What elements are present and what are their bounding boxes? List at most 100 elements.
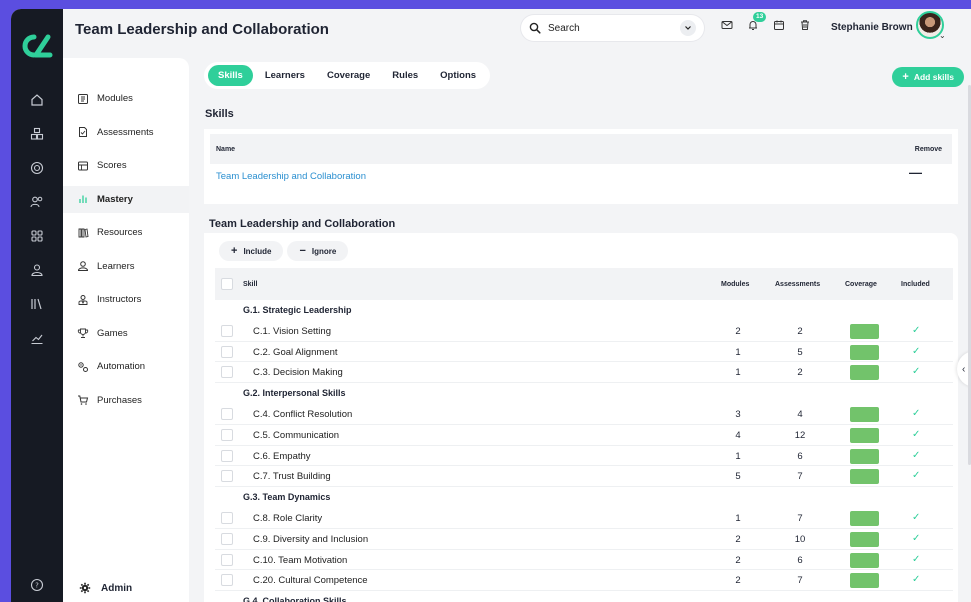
- table-row: C.20. Cultural Competence 2 7 ✓: [215, 570, 953, 592]
- help-icon[interactable]: ?: [30, 578, 44, 592]
- row-checkbox[interactable]: [221, 470, 233, 483]
- sidebar-item-resources[interactable]: Resources: [63, 219, 189, 246]
- tab-options[interactable]: Options: [430, 65, 486, 86]
- add-skills-button[interactable]: + Add skills: [892, 67, 964, 87]
- skill-group-row: G.1. Strategic Leadership: [215, 300, 953, 321]
- search-icon: [529, 22, 541, 34]
- select-all-checkbox[interactable]: [221, 278, 233, 290]
- sidebar-item-label: Scores: [97, 160, 127, 171]
- row-checkbox[interactable]: [221, 574, 233, 587]
- tab-skills[interactable]: Skills: [208, 65, 253, 86]
- ignore-button[interactable]: − Ignore: [287, 241, 349, 261]
- row-checkbox[interactable]: [221, 449, 233, 462]
- admin-button[interactable]: Admin: [79, 582, 132, 594]
- assessments-count: 2: [797, 367, 803, 379]
- skill-name: C.9. Diversity and Inclusion: [253, 533, 369, 545]
- skill-name: C.5. Communication: [253, 429, 340, 441]
- skill-link[interactable]: Team Leadership and Collaboration: [216, 171, 366, 182]
- person-icon[interactable]: [30, 263, 44, 277]
- table-row: C.1. Vision Setting 2 2 ✓: [215, 321, 953, 342]
- target-icon[interactable]: [30, 161, 44, 175]
- sidebar-item-label: Assessments: [97, 126, 154, 138]
- assessments-count: 4: [797, 408, 803, 420]
- gears-icon: [78, 361, 88, 372]
- col-modules: Modules: [721, 281, 750, 288]
- library-icon[interactable]: [30, 297, 44, 311]
- row-checkbox[interactable]: [221, 366, 233, 379]
- sidebar-item-label: Instructors: [97, 294, 142, 305]
- check-icon: ✓: [912, 553, 921, 565]
- check-icon: ✓: [912, 345, 921, 357]
- check-icon: ✓: [912, 324, 921, 336]
- minus-icon: −: [299, 245, 306, 257]
- skills-detail-header: Skill Modules Assessments Coverage Inclu…: [215, 268, 953, 300]
- row-checkbox[interactable]: [221, 553, 233, 566]
- notification-badge: 13: [753, 12, 767, 22]
- row-checkbox[interactable]: [221, 324, 233, 337]
- row-checkbox[interactable]: [221, 532, 233, 545]
- sidebar-item-label: Learners: [97, 260, 135, 272]
- bar-chart-icon: [79, 195, 87, 203]
- svg-text:?: ?: [35, 582, 39, 590]
- sidebar-item-label: Mastery: [97, 193, 133, 205]
- admin-label: Admin: [101, 582, 133, 594]
- modules-count: 2: [735, 325, 741, 337]
- check-icon: ✓: [912, 407, 921, 419]
- col-skill: Skill: [243, 281, 258, 288]
- sidebar-item-label: Games: [97, 327, 128, 339]
- row-checkbox[interactable]: [221, 407, 233, 420]
- coverage-bar: [850, 365, 879, 381]
- detail-heading: Team Leadership and Collaboration: [209, 218, 396, 230]
- line-chart-icon[interactable]: [30, 331, 44, 345]
- tab-learners[interactable]: Learners: [255, 65, 315, 86]
- sidebar-item-automation[interactable]: Automation: [63, 353, 189, 380]
- users-icon[interactable]: [30, 195, 44, 209]
- coverage-bar: [850, 344, 879, 360]
- include-button[interactable]: + Include: [219, 241, 284, 261]
- trash-icon[interactable]: [799, 19, 811, 31]
- skill-name: C.7. Trust Building: [253, 471, 331, 483]
- icon-rail: ?: [11, 9, 63, 602]
- sidebar-item-modules[interactable]: Modules: [63, 85, 189, 112]
- modules-count: 2: [735, 575, 741, 587]
- table-row: C.2. Goal Alignment 1 5 ✓: [215, 342, 953, 363]
- skills-detail-rows: G.1. Strategic Leadership C.1. Vision Set…: [215, 300, 953, 602]
- row-checkbox[interactable]: [221, 511, 233, 524]
- library-icon: [78, 227, 89, 238]
- sidebar-item-instructors[interactable]: Instructors: [63, 286, 189, 313]
- home-icon[interactable]: [30, 93, 44, 107]
- sidebar-item-mastery[interactable]: Mastery: [63, 185, 189, 213]
- sidebar-item-games[interactable]: Games: [63, 320, 189, 347]
- tab-bar: Skills Learners Coverage Rules Options: [204, 62, 491, 89]
- tab-coverage[interactable]: Coverage: [317, 65, 380, 86]
- modules-count: 4: [735, 429, 741, 441]
- modules-count: 2: [735, 533, 741, 545]
- brand-logo[interactable]: [20, 33, 54, 59]
- bell-icon[interactable]: 13: [747, 12, 767, 31]
- app-window: ? Team Leadership and Collaboration Sear…: [11, 9, 971, 602]
- settings-gear-icon: [79, 582, 91, 594]
- skills-table: Name Remove Team Leadership and Collabor…: [204, 129, 958, 204]
- mail-icon[interactable]: [721, 19, 733, 31]
- row-checkbox[interactable]: [221, 428, 233, 441]
- calendar-icon[interactable]: [773, 19, 785, 31]
- sidebar-item-purchases[interactable]: Purchases: [63, 387, 189, 414]
- check-icon: ✓: [912, 470, 921, 482]
- grid-icon[interactable]: [30, 229, 44, 243]
- search-input[interactable]: Search: [521, 15, 704, 41]
- sidebar-item-label: Modules: [97, 93, 133, 104]
- plus-icon: +: [231, 245, 238, 257]
- row-checkbox[interactable]: [221, 345, 233, 358]
- boxes-icon[interactable]: [30, 127, 44, 141]
- sidebar-item-assessments[interactable]: Assessments: [63, 119, 189, 146]
- sidebar-item-scores[interactable]: Scores: [63, 152, 189, 179]
- sidebar-item-learners[interactable]: Learners: [63, 253, 189, 280]
- coverage-bar: [850, 469, 879, 485]
- avatar-chevron-icon[interactable]: ⌄: [939, 31, 946, 40]
- chevron-down-icon[interactable]: [680, 20, 696, 36]
- assessments-count: 7: [797, 575, 803, 587]
- skill-name: C.3. Decision Making: [253, 367, 343, 379]
- user-name[interactable]: Stephanie Brown: [831, 22, 913, 33]
- tab-rules[interactable]: Rules: [382, 65, 428, 86]
- remove-skill-button[interactable]: —: [909, 165, 922, 180]
